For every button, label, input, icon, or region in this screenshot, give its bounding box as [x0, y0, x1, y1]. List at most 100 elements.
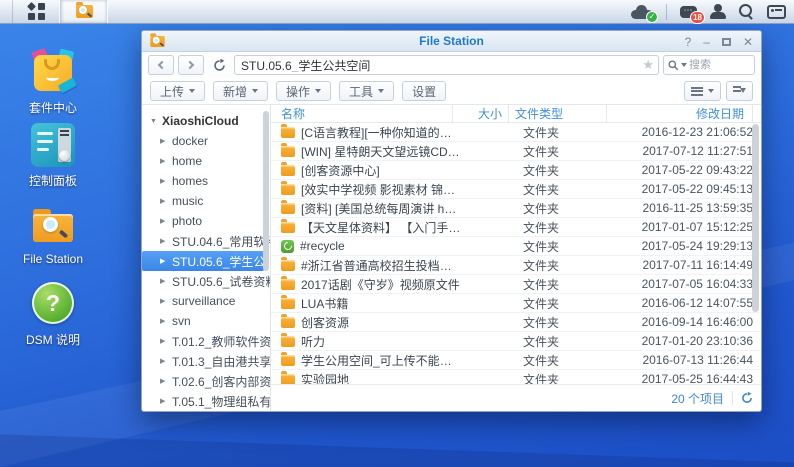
file-row[interactable]: 听力文件夹2017-01-20 23:10:36: [271, 332, 761, 351]
notifications-button[interactable]: ⋯ 18: [680, 6, 697, 18]
chevron-right-icon[interactable]: ▶: [160, 317, 172, 325]
sidebar-item[interactable]: ▶T.01.2_教师软件资源区: [142, 331, 270, 351]
file-row[interactable]: 实验园地文件夹2017-05-25 16:44:43: [271, 370, 761, 384]
tools-button[interactable]: 工具: [339, 81, 394, 101]
chevron-down-icon[interactable]: ▼: [150, 118, 162, 125]
file-name: [资料] [美国总统每周演讲 he Pr...: [301, 200, 461, 217]
window-title: File Station: [142, 34, 761, 48]
sidebar-item[interactable]: ▶STU.05.6_试卷资料下载: [142, 271, 270, 291]
column-header-date[interactable]: 修改日期: [606, 105, 752, 123]
cell-name: #浙江省普通高校招生投档及分数...: [271, 257, 461, 274]
sidebar-item[interactable]: ▶T.02.6_创客内部资料: [142, 371, 270, 391]
cloud-check-icon: ✓: [646, 11, 658, 23]
pilot-help-icon[interactable]: ?: [685, 36, 692, 48]
sidebar-item[interactable]: ▶STU.04.6_常用软件: [142, 231, 270, 251]
chevron-right-icon[interactable]: ▶: [160, 397, 172, 405]
list-scrollbar[interactable]: [752, 124, 759, 312]
cell-name: #recycle: [271, 239, 461, 253]
global-search-button[interactable]: [739, 4, 754, 19]
list-refresh-button[interactable]: [741, 392, 753, 404]
desktop-icon-package-center[interactable]: 套件中心: [10, 50, 96, 116]
column-header-type[interactable]: 文件类型: [508, 105, 606, 123]
sidebar-item-root[interactable]: ▼ XiaoshiCloud: [142, 111, 270, 131]
search-icon: [668, 60, 679, 71]
file-name: [C语言教程][一种你知道的第N+...: [301, 124, 461, 141]
chevron-right-icon[interactable]: ▶: [160, 337, 172, 345]
sidebar-item[interactable]: ▶docker: [142, 131, 270, 151]
create-button[interactable]: 新增: [213, 81, 268, 101]
chevron-right-icon[interactable]: ▶: [160, 257, 172, 265]
chevron-right-icon[interactable]: ▶: [160, 357, 172, 365]
cell-type: 文件夹: [517, 314, 615, 331]
sidebar-item[interactable]: ▶music: [142, 191, 270, 211]
refresh-button[interactable]: [208, 55, 230, 75]
sidebar-item[interactable]: ▶home: [142, 151, 270, 171]
file-row[interactable]: [资料] [美国总统每周演讲 he Pr...文件夹2016-11-25 13:…: [271, 199, 761, 218]
file-row[interactable]: #浙江省普通高校招生投档及分数...文件夹2017-07-11 16:14:49: [271, 256, 761, 275]
sidebar-item[interactable]: ▶surveillance: [142, 291, 270, 311]
caret-down-icon: [252, 89, 258, 93]
cell-date: 2017-07-12 11:27:51: [615, 144, 761, 158]
action-button[interactable]: 操作: [276, 81, 331, 101]
search-box[interactable]: [663, 55, 755, 75]
status-bar: 20 个项目: [271, 384, 761, 411]
file-name: [创客资源中心]: [301, 162, 380, 179]
sidebar-item[interactable]: ▶photo: [142, 211, 270, 231]
maximize-icon[interactable]: [722, 38, 731, 46]
sidebar-item[interactable]: ▶STU.05.6_学生公共空间: [142, 251, 264, 271]
window-titlebar[interactable]: File Station ? – ✕: [142, 31, 761, 52]
chevron-right-icon[interactable]: ▶: [160, 197, 172, 205]
user-account-button[interactable]: [710, 4, 726, 19]
column-header-size[interactable]: 大小: [452, 105, 508, 123]
chevron-right-icon[interactable]: ▶: [160, 277, 172, 285]
file-row[interactable]: 2017话剧《守岁》视频原文件文件夹2017-07-05 16:04:33: [271, 275, 761, 294]
column-header-name[interactable]: 名称: [271, 105, 452, 122]
chevron-right-icon[interactable]: ▶: [160, 237, 172, 245]
desktop-icon-control-panel[interactable]: 控制面板: [10, 123, 96, 189]
desktop-icon-file-station[interactable]: File Station: [10, 203, 96, 266]
upload-button[interactable]: 上传: [150, 81, 205, 101]
chevron-right-icon[interactable]: ▶: [160, 177, 172, 185]
minimize-icon[interactable]: –: [703, 36, 710, 48]
chevron-right-icon[interactable]: ▶: [160, 217, 172, 225]
sidebar-scrollbar[interactable]: [263, 111, 269, 271]
file-row[interactable]: #recycle文件夹2017-05-24 19:29:13: [271, 237, 761, 256]
taskbar: ✓ ⋯ 18: [0, 0, 794, 24]
chevron-right-icon[interactable]: ▶: [160, 377, 172, 385]
list-view-icon: [691, 87, 703, 96]
sidebar-item[interactable]: ▶homes: [142, 171, 270, 191]
close-icon[interactable]: ✕: [743, 36, 753, 48]
sidebar-item[interactable]: ▶svn: [142, 311, 270, 331]
view-mode-button[interactable]: [684, 81, 721, 101]
chevron-right-icon[interactable]: ▶: [160, 297, 172, 305]
cell-name: 学生公用空间_可上传不能删除: [271, 352, 461, 369]
file-row[interactable]: LUA书籍文件夹2016-06-12 14:07:55: [271, 294, 761, 313]
taskbar-file-station-button[interactable]: [60, 0, 108, 23]
favorite-star-icon[interactable]: ★: [642, 57, 654, 73]
file-row[interactable]: [C语言教程][一种你知道的第N+...文件夹2016-12-23 21:06:…: [271, 123, 761, 142]
settings-button[interactable]: 设置: [402, 81, 446, 101]
path-input[interactable]: [241, 58, 642, 72]
path-bar[interactable]: ★: [234, 55, 659, 75]
chevron-right-icon[interactable]: ▶: [160, 157, 172, 165]
file-row[interactable]: [效实中学视频 影视素材 锦集] [...文件夹2017-05-22 09:45…: [271, 180, 761, 199]
file-row[interactable]: 创客资源文件夹2016-09-14 16:46:00: [271, 313, 761, 332]
sidebar-item[interactable]: ▶T.01.3_自由港共享空间: [142, 351, 270, 371]
widgets-button[interactable]: [767, 5, 786, 19]
sidebar-item[interactable]: ▶T.05.1_物理组私有共享空: [142, 391, 270, 411]
sidebar-item-label: T.05.1_物理组私有共享空: [172, 393, 270, 410]
search-options-caret-icon[interactable]: [681, 63, 687, 67]
main-menu-button[interactable]: [12, 0, 60, 23]
file-row[interactable]: [创客资源中心]文件夹2017-05-22 09:43:22: [271, 161, 761, 180]
file-row[interactable]: 学生公用空间_可上传不能删除文件夹2016-07-13 11:26:44: [271, 351, 761, 370]
chevron-right-icon[interactable]: ▶: [160, 137, 172, 145]
sort-button[interactable]: [726, 81, 753, 101]
cloud-sync-button[interactable]: ✓: [631, 5, 653, 19]
forward-button[interactable]: [178, 55, 204, 75]
desktop-icon-dsm-help[interactable]: ? DSM 说明: [10, 281, 96, 348]
file-row[interactable]: 【天文星体资料】 【入门手册】文件夹2017-01-07 15:12:25: [271, 218, 761, 237]
back-button[interactable]: [148, 55, 174, 75]
sidebar-item-label: surveillance: [172, 294, 235, 308]
file-row[interactable]: [WIN] 星特朗天文望远镜CD软件文件夹2017-07-12 11:27:51: [271, 142, 761, 161]
search-input[interactable]: [689, 59, 739, 71]
